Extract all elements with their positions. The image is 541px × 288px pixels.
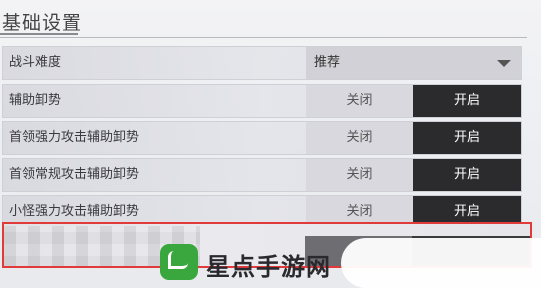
settings-row-assist-deflect: 辅助卸势 关闭 开启 [2,84,522,118]
on-option[interactable]: 开启 [413,159,521,191]
row-label: 战斗难度 [9,55,62,70]
watermark-badge [341,238,541,288]
off-option[interactable]: 关闭 [306,159,413,191]
off-option[interactable]: 关闭 [306,85,413,117]
on-option[interactable]: 开启 [413,85,521,117]
settings-row-boss-normal: 首领常规攻击辅助卸势 关闭 开启 [2,158,522,192]
dropdown-value: 推荐 [314,55,341,70]
on-option[interactable]: 开启 [413,122,521,154]
watermark-text: 星点手游网 [206,253,331,281]
off-option[interactable]: 关闭 [306,122,413,154]
row-label: 首领常规攻击辅助卸势 [9,167,140,182]
chevron-down-icon [497,60,511,67]
title-accent [0,33,78,35]
leaf-logo-mark [168,251,188,269]
settings-row-difficulty: 战斗难度 推荐 [2,46,522,80]
settings-row-boss-heavy: 首领强力攻击辅助卸势 关闭 开启 [2,121,522,155]
row-label: 辅助卸势 [9,93,62,108]
title-divider [0,37,527,38]
difficulty-dropdown[interactable]: 推荐 [306,47,521,79]
page-title: 基础设置 [2,12,83,34]
row-label: 首领强力攻击辅助卸势 [9,130,140,145]
